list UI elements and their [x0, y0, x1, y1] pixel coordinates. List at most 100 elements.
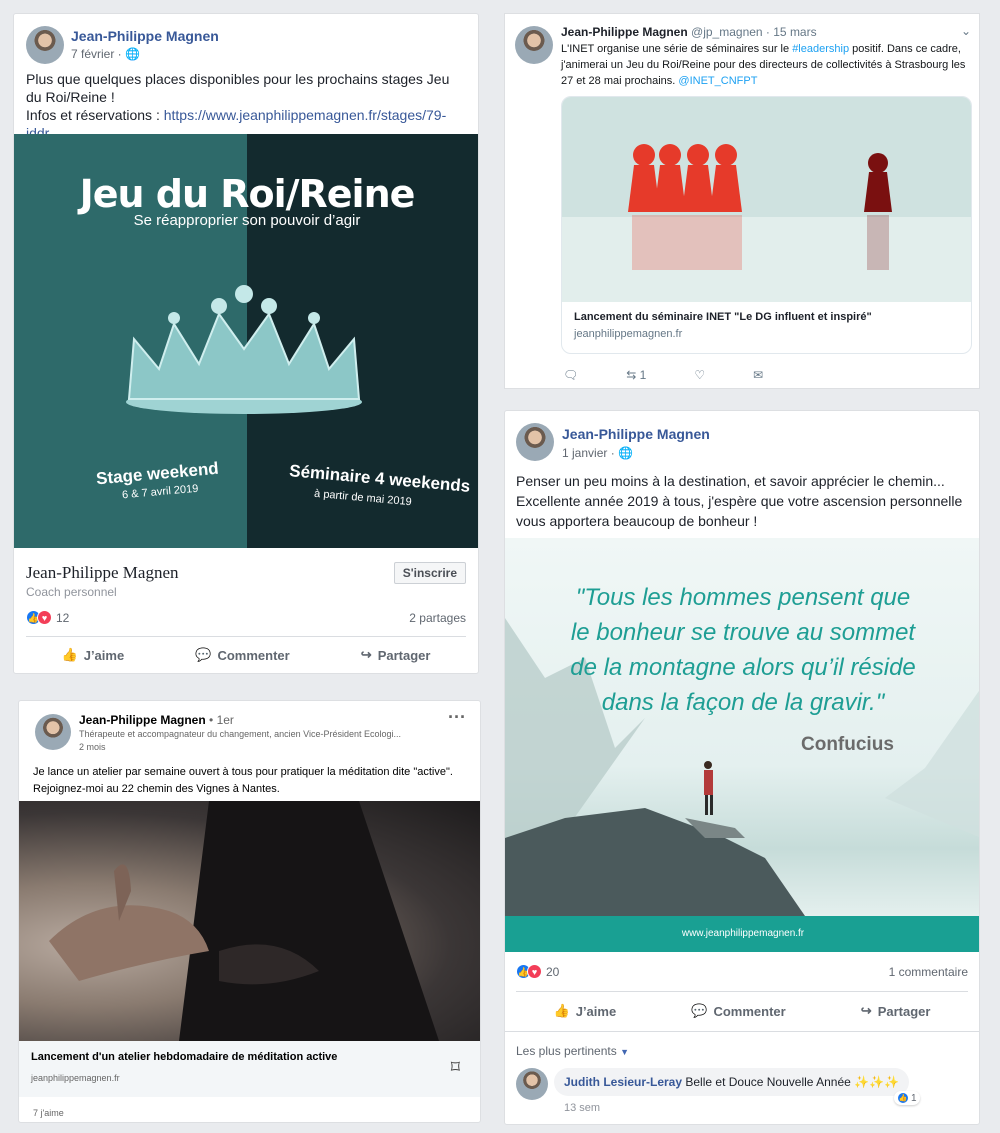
like-button[interactable]: 👍 J’aime [62, 647, 125, 663]
comment-likes-count: 1 [911, 1092, 917, 1104]
linkedin-post: Jean-Philippe Magnen • 1er Thérapeute et… [18, 700, 481, 1123]
crown-image [126, 285, 362, 414]
comment-time[interactable]: 13 sem [564, 1102, 600, 1114]
image-footer-url: www.jeanphilippemagnen.fr [505, 916, 979, 952]
tweet-header: Jean-Philippe Magnen @jp_magnen · 15 mar… [561, 25, 817, 39]
tweet-text: L'INET organise une série de séminaires … [561, 41, 971, 89]
divider [516, 991, 968, 992]
comment-icon: 💬 [691, 1003, 708, 1018]
facebook-post-stages: Jean-Philippe Magnen 7 février · 🌐 Plus … [13, 13, 479, 674]
comment-text: Belle et Douce Nouvelle Année ✨✨✨ [685, 1075, 899, 1089]
chevron-down-icon[interactable]: ⌄ [961, 24, 971, 38]
connection-degree: • 1er [209, 713, 234, 727]
post-date-text[interactable]: 7 février · [71, 47, 122, 61]
post-date-text[interactable]: 1 janvier · [562, 446, 615, 460]
author-name[interactable]: Jean-Philippe Magnen [562, 426, 710, 442]
reactions-summary[interactable]: 👍 ♥ 20 [516, 964, 559, 979]
globe-icon: 🌐 [125, 47, 140, 61]
comment-reaction-badge[interactable]: 👍 1 [894, 1091, 920, 1105]
facebook-post-newyear: Jean-Philippe Magnen 1 janvier · 🌐 Pense… [504, 410, 980, 1125]
banner-title: Jeu du Roi/Reine [79, 172, 416, 216]
love-reaction-icon: ♥ [527, 964, 542, 979]
heart-icon[interactable]: ♡ [694, 368, 705, 382]
reply-icon[interactable]: 🗨 [563, 368, 578, 382]
share-icon: ↪ [360, 647, 372, 662]
link-card[interactable]: Lancement d'un atelier hebdomadaire de m… [19, 1041, 480, 1097]
link-card-title: Lancement d'un atelier hebdomadaire de m… [31, 1051, 338, 1063]
author-avatar[interactable] [26, 26, 64, 64]
post-text-line1: Plus que quelques places disponibles pou… [26, 71, 450, 105]
author-headline: Thérapeute et accompagnateur du changeme… [79, 729, 402, 739]
page-name[interactable]: Jean-Philippe Magnen [26, 563, 179, 583]
reactions-count: 20 [546, 964, 560, 979]
likes-count[interactable]: 7 j'aime [33, 1108, 64, 1118]
post-date: 7 février · 🌐 [71, 47, 140, 61]
commenter-avatar[interactable] [516, 1068, 548, 1100]
like-label: J’aime [575, 1003, 617, 1019]
mention-link[interactable]: @INET_CNFPT [678, 75, 757, 87]
shares-count[interactable]: 2 partages [409, 611, 466, 625]
quote-author: Confucius [801, 734, 894, 755]
author-avatar[interactable] [516, 423, 554, 461]
subscribe-button[interactable]: S'inscrire [393, 562, 466, 584]
link-card-title: Lancement du séminaire INET "Le DG influ… [574, 311, 872, 323]
comment-label: Commenter [217, 647, 290, 663]
author-line: Jean-Philippe Magnen • 1er [79, 713, 234, 727]
comment-button[interactable]: 💬 Commenter [195, 647, 289, 663]
caret-down-icon: ▼ [620, 1047, 629, 1057]
page-category: Coach personnel [26, 585, 117, 599]
share-label: Partager [377, 647, 431, 663]
bookmark-icon[interactable]: ⌑ [451, 1057, 460, 1078]
tweet-text-a: L'INET organise une série de séminaires … [561, 43, 793, 55]
commenter-name[interactable]: Judith Lesieur-Leray [564, 1075, 682, 1089]
globe-icon: 🌐 [618, 446, 633, 460]
quote-line: dans la façon de la gravir." [601, 689, 885, 716]
event-banner[interactable]: Jeu du Roi/Reine Se réapproprier son pou… [14, 134, 478, 548]
retweet-icon: ⇆ [626, 368, 637, 382]
like-button[interactable]: 👍 J’aime [554, 1003, 617, 1019]
divider [26, 636, 466, 637]
link-card-body: Lancement du séminaire INET "Le DG influ… [562, 302, 971, 349]
link-card-domain: jeanphilippemagnen.fr [31, 1073, 120, 1083]
quote-image[interactable]: "Tous les hommes pensent que le bonheur … [505, 538, 979, 952]
thumbs-up-icon: 👍 [553, 1003, 570, 1018]
banner-right-sub: à partir de mai 2019 [313, 487, 413, 509]
retweet-count: 1 [639, 368, 647, 382]
quote-line: de la montagne alors qu’il réside [570, 654, 916, 681]
divider [505, 1031, 979, 1032]
hashtag-link[interactable]: #leadership [792, 43, 849, 55]
mail-icon[interactable]: ✉ [753, 368, 763, 382]
quote-line: "Tous les hommes pensent que [575, 584, 911, 611]
pawns-image [562, 97, 971, 302]
like-label: J’aime [83, 647, 125, 663]
link-card-domain: jeanphilippemagnen.fr [574, 328, 683, 340]
share-label: Partager [877, 1003, 931, 1019]
quote-text: "Tous les hommes pensent que le bonheur … [505, 580, 979, 720]
meditation-hand-image [49, 801, 439, 1041]
sort-dropdown[interactable]: Les plus pertinents ▼ [516, 1044, 629, 1058]
comment-icon: 💬 [195, 647, 212, 662]
link-card[interactable]: Lancement du séminaire INET "Le DG influ… [561, 96, 972, 354]
reactions-summary[interactable]: 👍 ♥ 12 [26, 610, 69, 625]
tweet-card: Jean-Philippe Magnen @jp_magnen · 15 mar… [504, 13, 980, 389]
love-reaction-icon: ♥ [37, 610, 52, 625]
tweet-handle[interactable]: @jp_magnen · 15 mars [691, 25, 817, 39]
thumbs-up-icon: 👍 [61, 647, 78, 662]
comments-count[interactable]: 1 commentaire [889, 965, 968, 979]
author-name[interactable]: Jean-Philippe Magnen [71, 28, 219, 44]
like-reaction-icon: 👍 [897, 1092, 909, 1104]
tweet-actions: 🗨 ⇆ 1 ♡ ✉ [563, 368, 763, 382]
action-bar: 👍 J’aime 💬 Commenter ↪ Partager [516, 1003, 968, 1019]
comment-button[interactable]: 💬 Commenter [691, 1003, 785, 1019]
author-avatar[interactable] [35, 714, 71, 750]
tweet-author[interactable]: Jean-Philippe Magnen [561, 25, 688, 39]
meditation-image[interactable] [19, 801, 480, 1041]
more-options-icon[interactable]: ··· [448, 707, 466, 728]
retweet-button[interactable]: ⇆ 1 [626, 368, 646, 382]
author-name[interactable]: Jean-Philippe Magnen [79, 713, 206, 727]
share-button[interactable]: ↪ Partager [361, 647, 431, 663]
share-icon: ↪ [860, 1003, 872, 1018]
author-avatar[interactable] [515, 26, 553, 64]
share-button[interactable]: ↪ Partager [861, 1003, 931, 1019]
banner-left-title: Stage weekend [95, 458, 220, 489]
